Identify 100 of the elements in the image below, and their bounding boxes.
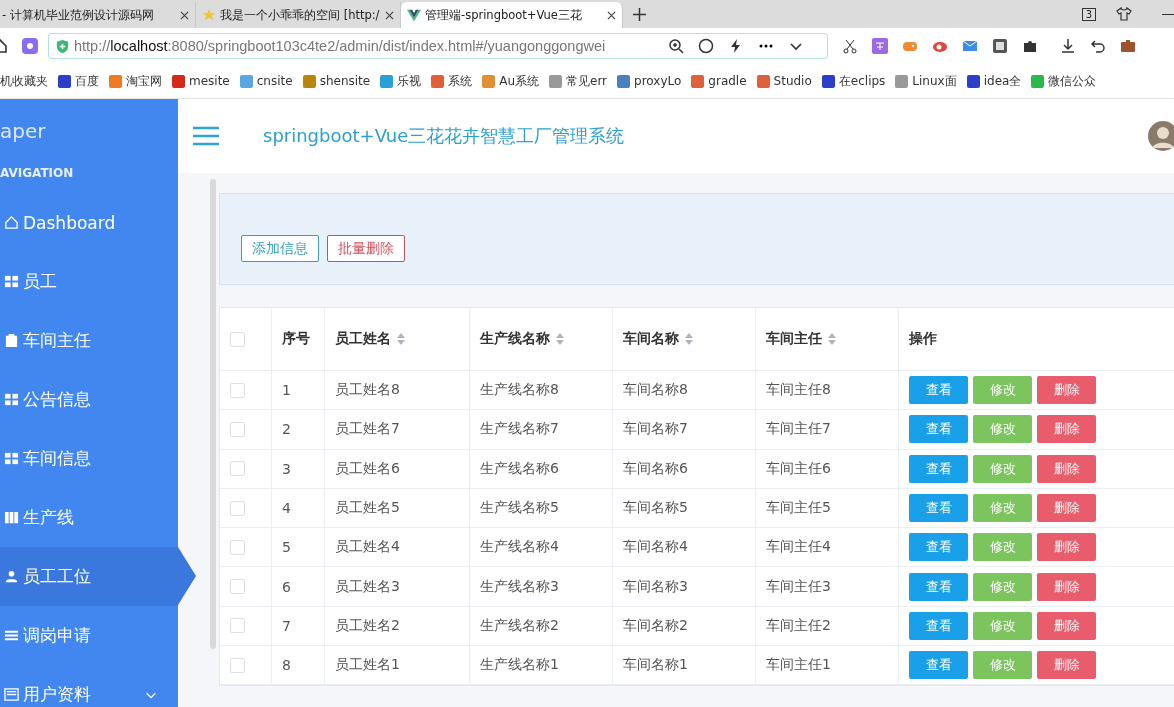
row-button[interactable]: 修改 — [973, 533, 1032, 562]
bookmark[interactable]: 常见err — [549, 72, 608, 90]
row-button[interactable]: 修改 — [973, 494, 1032, 523]
row-button[interactable]: 查看 — [909, 651, 968, 680]
sidebar-item[interactable]: 用户资料 — [0, 665, 178, 707]
table-cell: 员工姓名5 — [335, 499, 400, 518]
sidebar-item[interactable]: 生产线 — [0, 488, 178, 547]
shirt-icon[interactable] — [1116, 6, 1132, 22]
avatar-icon[interactable] — [1148, 121, 1174, 151]
scrollbar[interactable] — [210, 179, 216, 649]
row-button[interactable]: 查看 — [909, 611, 968, 640]
download-icon[interactable] — [1060, 38, 1076, 54]
bookmark[interactable]: Linux面 — [895, 72, 957, 90]
row-button[interactable]: 查看 — [909, 376, 968, 405]
bookmark-icon — [380, 74, 394, 88]
close-icon[interactable] — [607, 10, 616, 20]
bookmark[interactable]: Au系统 — [482, 72, 539, 90]
sort-icon[interactable] — [685, 333, 693, 345]
sidebar-item[interactable]: 车间信息 — [0, 429, 178, 488]
row-button[interactable]: 删除 — [1037, 494, 1096, 523]
checkbox[interactable] — [230, 618, 245, 634]
checkbox[interactable] — [230, 382, 245, 398]
new-tab-icon[interactable] — [633, 8, 646, 21]
checkbox[interactable] — [230, 421, 245, 437]
bookmark-icon — [756, 74, 770, 88]
sidebar-item[interactable]: 调岗申请 — [0, 606, 178, 665]
checkbox[interactable] — [230, 539, 245, 555]
row-button[interactable]: 删除 — [1037, 376, 1096, 405]
tab-count[interactable]: 3 — [1081, 8, 1096, 21]
v-logo-icon — [407, 8, 421, 22]
undo-icon[interactable] — [1090, 38, 1106, 54]
bookmark[interactable]: 微信公众 — [1031, 72, 1097, 90]
bookmark[interactable]: 在eclips — [821, 72, 886, 90]
sidebar-item[interactable]: Dashboard — [0, 193, 178, 252]
home-icon — [4, 215, 19, 230]
table-cell: 车间主任2 — [766, 616, 831, 635]
bookmark[interactable]: shensite — [302, 74, 371, 88]
bookmark[interactable]: idea全 — [966, 72, 1022, 90]
bookmark[interactable]: 淘宝网 — [109, 72, 162, 90]
sidebar-item[interactable]: 车间主任 — [0, 311, 178, 370]
mail-icon[interactable] — [962, 38, 978, 54]
row-button[interactable]: 删除 — [1037, 651, 1096, 680]
zoom-icon[interactable] — [668, 38, 684, 54]
bookmark[interactable]: proxyLo — [617, 74, 682, 88]
user-icon — [4, 569, 19, 584]
row-button[interactable]: 删除 — [1037, 572, 1096, 601]
sort-icon[interactable] — [556, 333, 564, 345]
bookmark[interactable]: 百度 — [58, 72, 99, 90]
sidebar-item[interactable]: 员工 — [0, 252, 178, 311]
sort-icon[interactable] — [397, 333, 405, 345]
close-icon[interactable] — [180, 10, 189, 20]
row-button[interactable]: 查看 — [909, 572, 968, 601]
row-button[interactable]: 删除 — [1037, 533, 1096, 562]
translate-icon[interactable] — [872, 38, 888, 54]
scissors-icon[interactable] — [842, 38, 858, 54]
table-cell: 员工姓名2 — [335, 616, 400, 635]
table-cell: 车间主任5 — [766, 499, 831, 518]
row-button[interactable]: 修改 — [973, 454, 1032, 483]
bookmark[interactable]: gradle — [691, 74, 747, 88]
table-cell: 8 — [282, 657, 291, 674]
row-button[interactable]: 修改 — [973, 651, 1032, 680]
checkbox[interactable] — [230, 461, 245, 477]
bookmark[interactable]: 机收藏夹 — [0, 72, 48, 90]
bookmark[interactable]: mesite — [172, 74, 230, 88]
column-header: 序号 — [282, 330, 310, 348]
checkbox[interactable] — [230, 579, 245, 595]
bookmark-icon — [821, 74, 835, 88]
app-title: springboot+Vue三花花卉智慧工厂管理系统 — [263, 124, 625, 148]
row-button[interactable]: 查看 — [909, 415, 968, 444]
row-button[interactable]: 删除 — [1037, 415, 1096, 444]
row-button[interactable]: 查看 — [909, 533, 968, 562]
menu-icon[interactable] — [193, 126, 219, 146]
ai-icon[interactable] — [22, 38, 38, 54]
row-button[interactable]: 删除 — [1037, 454, 1096, 483]
row-button[interactable]: 修改 — [973, 376, 1032, 405]
table-cell: 车间主任6 — [766, 459, 831, 478]
row-button[interactable]: 修改 — [973, 572, 1032, 601]
briefcase-icon[interactable] — [1120, 38, 1136, 54]
row-button[interactable]: 修改 — [973, 415, 1032, 444]
row-button[interactable]: 查看 — [909, 494, 968, 523]
action-button[interactable]: 批量删除 — [327, 235, 405, 262]
bookmark[interactable]: 乐视 — [380, 72, 422, 90]
bookmark-icon — [431, 74, 445, 88]
bookmark[interactable]: 系统 — [431, 72, 473, 90]
close-icon[interactable] — [385, 10, 394, 20]
sidebar-item[interactable]: 公告信息 — [0, 370, 178, 429]
row-button[interactable]: 查看 — [909, 454, 968, 483]
browser-tab[interactable]: - 计算机毕业范例设计源码网 — [0, 2, 196, 28]
sort-icon[interactable] — [828, 333, 836, 345]
row-button[interactable]: 删除 — [1037, 611, 1096, 640]
checkbox[interactable] — [230, 657, 245, 673]
address-field[interactable]: http://localhost:8080/springboot103c4te2/admin/dist/index.html#/yuangonggongwei — [48, 33, 828, 59]
checkbox[interactable] — [230, 331, 245, 347]
table-cell: 员工姓名3 — [335, 577, 400, 596]
bookmark[interactable]: cnsite — [239, 74, 293, 88]
action-button[interactable]: 添加信息 — [241, 235, 319, 262]
bookmark[interactable]: Studio — [756, 74, 812, 88]
browser-tab[interactable]: 管理端-springboot+Vue三花 — [401, 2, 623, 28]
checkbox[interactable] — [230, 500, 245, 516]
row-button[interactable]: 修改 — [973, 611, 1032, 640]
